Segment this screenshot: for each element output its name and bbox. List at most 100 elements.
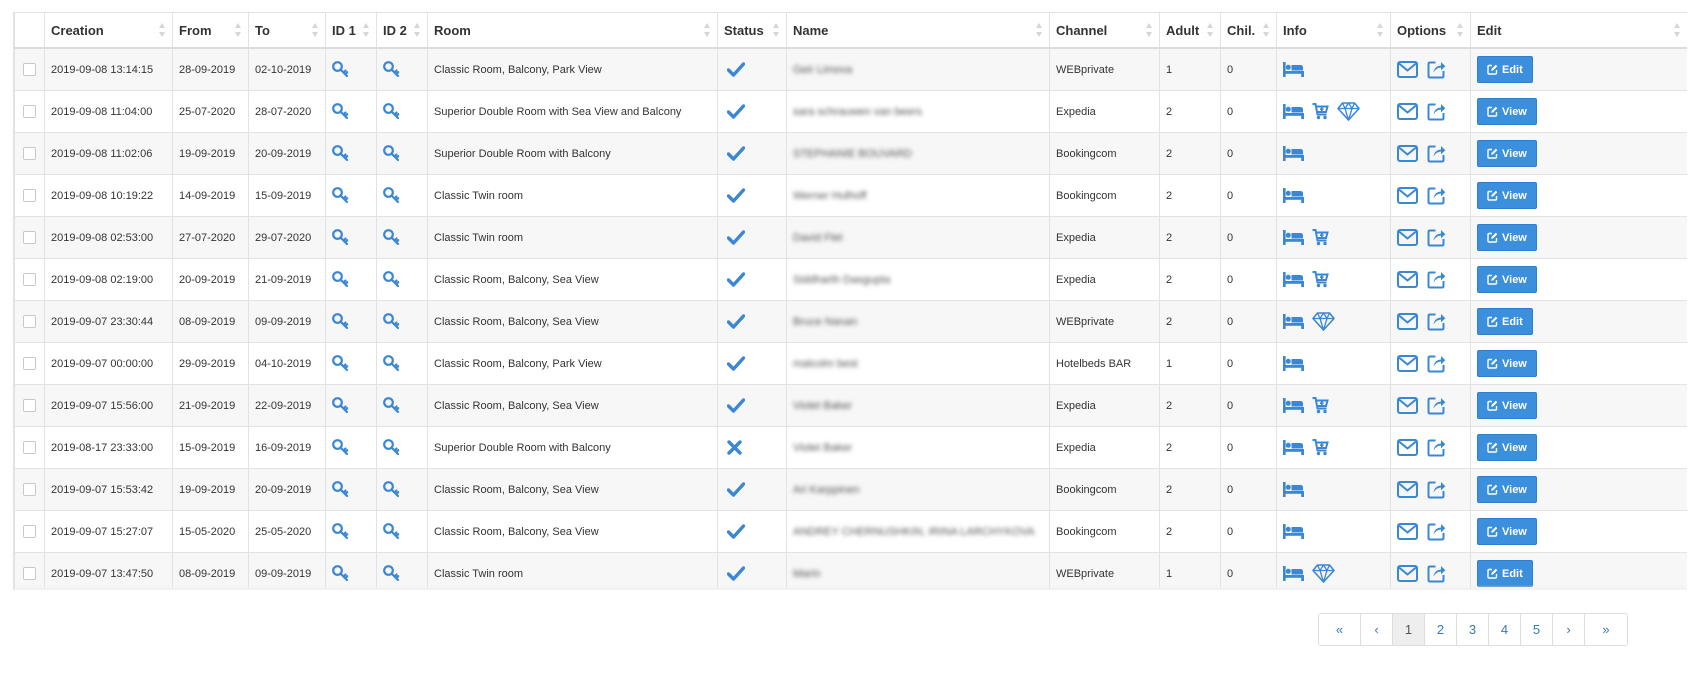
mail-icon[interactable]: [1397, 397, 1418, 414]
key-icon[interactable]: [383, 187, 400, 204]
sort-arrows-icon[interactable]: [1457, 23, 1464, 37]
row-checkbox[interactable]: [23, 399, 36, 412]
row-checkbox[interactable]: [23, 273, 36, 286]
key-icon[interactable]: [383, 523, 400, 540]
share-icon[interactable]: [1427, 270, 1446, 289]
page-1-button[interactable]: 1: [1392, 614, 1424, 645]
share-icon[interactable]: [1427, 396, 1446, 415]
table-row[interactable]: 2019-09-07 15:56:00 21-09-2019 22-09-2019 C…: [14, 384, 1687, 427]
sort-arrows-icon[interactable]: [363, 23, 370, 37]
page-4-button[interactable]: 4: [1488, 614, 1520, 645]
page-2-button[interactable]: 2: [1424, 614, 1456, 645]
table-row[interactable]: 2019-09-08 11:04:00 25-07-2020 28-07-2020 S…: [14, 90, 1687, 133]
key-icon[interactable]: [332, 355, 349, 372]
sort-arrows-icon[interactable]: [1377, 23, 1384, 37]
mail-icon[interactable]: [1397, 61, 1418, 78]
diamond-icon[interactable]: [1337, 102, 1360, 121]
table-row[interactable]: 2019-09-07 15:53:42 19-09-2019 20-09-2019 C…: [14, 468, 1687, 511]
page-next-button[interactable]: ›: [1552, 614, 1584, 645]
view-button[interactable]: View: [1477, 98, 1537, 125]
share-icon[interactable]: [1427, 186, 1446, 205]
cart-icon[interactable]: [1312, 397, 1329, 414]
table-row[interactable]: 2019-08-17 23:33:00 15-09-2019 16-09-2019 S…: [14, 426, 1687, 469]
bed-icon[interactable]: [1283, 566, 1304, 581]
key-icon[interactable]: [383, 565, 400, 582]
bed-icon[interactable]: [1283, 272, 1304, 287]
mail-icon[interactable]: [1397, 523, 1418, 540]
mail-icon[interactable]: [1397, 145, 1418, 162]
column-header-edit[interactable]: Edit: [1470, 12, 1687, 49]
share-icon[interactable]: [1427, 522, 1446, 541]
key-icon[interactable]: [332, 61, 349, 78]
page-5-button[interactable]: 5: [1520, 614, 1552, 645]
key-icon[interactable]: [332, 523, 349, 540]
key-icon[interactable]: [332, 565, 349, 582]
bed-icon[interactable]: [1283, 188, 1304, 203]
cart-icon[interactable]: [1312, 439, 1329, 456]
column-header-children[interactable]: Chil.: [1220, 12, 1277, 49]
sort-arrows-icon[interactable]: [235, 23, 242, 37]
sort-arrows-icon[interactable]: [1207, 23, 1214, 37]
bed-icon[interactable]: [1283, 146, 1304, 161]
page-3-button[interactable]: 3: [1456, 614, 1488, 645]
key-icon[interactable]: [383, 229, 400, 246]
bed-icon[interactable]: [1283, 314, 1304, 329]
key-icon[interactable]: [383, 397, 400, 414]
row-checkbox[interactable]: [23, 441, 36, 454]
sort-arrows-icon[interactable]: [1263, 23, 1270, 37]
sort-arrows-icon[interactable]: [704, 23, 711, 37]
share-icon[interactable]: [1427, 60, 1446, 79]
sort-arrows-icon[interactable]: [773, 23, 780, 37]
key-icon[interactable]: [383, 145, 400, 162]
bed-icon[interactable]: [1283, 356, 1304, 371]
table-row[interactable]: 2019-09-07 15:27:07 15-05-2020 25-05-2020 C…: [14, 510, 1687, 553]
table-row[interactable]: 2019-09-08 02:53:00 27-07-2020 29-07-2020 C…: [14, 216, 1687, 259]
mail-icon[interactable]: [1397, 313, 1418, 330]
column-header-id2[interactable]: ID 2: [376, 12, 428, 49]
row-checkbox[interactable]: [23, 189, 36, 202]
view-button[interactable]: View: [1477, 434, 1537, 461]
share-icon[interactable]: [1427, 228, 1446, 247]
key-icon[interactable]: [383, 61, 400, 78]
column-header-options[interactable]: Options: [1390, 12, 1471, 49]
key-icon[interactable]: [383, 313, 400, 330]
cart-icon[interactable]: [1312, 229, 1329, 246]
sort-arrows-icon[interactable]: [1674, 23, 1681, 37]
bed-icon[interactable]: [1283, 62, 1304, 77]
mail-icon[interactable]: [1397, 103, 1418, 120]
bed-icon[interactable]: [1283, 398, 1304, 413]
mail-icon[interactable]: [1397, 187, 1418, 204]
key-icon[interactable]: [332, 229, 349, 246]
share-icon[interactable]: [1427, 438, 1446, 457]
row-checkbox[interactable]: [23, 63, 36, 76]
mail-icon[interactable]: [1397, 271, 1418, 288]
column-header-to[interactable]: To: [248, 12, 326, 49]
share-icon[interactable]: [1427, 354, 1446, 373]
column-header-status[interactable]: Status: [717, 12, 787, 49]
key-icon[interactable]: [332, 397, 349, 414]
share-icon[interactable]: [1427, 564, 1446, 583]
sort-arrows-icon[interactable]: [312, 23, 319, 37]
key-icon[interactable]: [383, 355, 400, 372]
bed-icon[interactable]: [1283, 104, 1304, 119]
page-first-button[interactable]: «: [1319, 614, 1360, 645]
sort-arrows-icon[interactable]: [414, 23, 421, 37]
row-checkbox[interactable]: [23, 147, 36, 160]
key-icon[interactable]: [383, 481, 400, 498]
diamond-icon[interactable]: [1312, 312, 1335, 331]
mail-icon[interactable]: [1397, 355, 1418, 372]
view-button[interactable]: View: [1477, 266, 1537, 293]
table-row[interactable]: 2019-09-07 13:47:50 08-09-2019 09-09-2019 C…: [14, 552, 1687, 590]
bed-icon[interactable]: [1283, 482, 1304, 497]
mail-icon[interactable]: [1397, 481, 1418, 498]
page-last-button[interactable]: »: [1584, 614, 1627, 645]
sort-arrows-icon[interactable]: [159, 23, 166, 37]
row-checkbox[interactable]: [23, 483, 36, 496]
share-icon[interactable]: [1427, 144, 1446, 163]
sort-arrows-icon[interactable]: [1146, 23, 1153, 37]
key-icon[interactable]: [332, 187, 349, 204]
table-row[interactable]: 2019-09-08 13:14:15 28-09-2019 02-10-2019 C…: [14, 47, 1687, 91]
view-button[interactable]: View: [1477, 476, 1537, 503]
table-row[interactable]: 2019-09-08 11:02:06 19-09-2019 20-09-2019 S…: [14, 132, 1687, 175]
page-prev-button[interactable]: ‹: [1360, 614, 1392, 645]
